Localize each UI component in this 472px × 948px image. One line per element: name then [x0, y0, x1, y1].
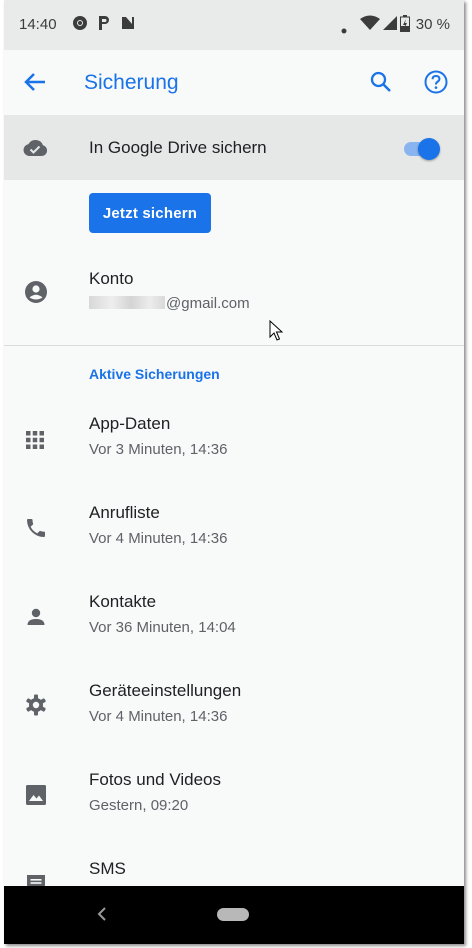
battery-icon [400, 15, 410, 36]
list-item-call-log[interactable]: Anrufliste Vor 4 Minuten, 14:36 [4, 489, 464, 577]
phone-screen: 14:40 30 % Sicherung In Google Drive sic… [4, 0, 464, 944]
cloud-done-icon [22, 137, 48, 162]
nav-home-pill[interactable] [217, 908, 249, 921]
item-title: Fotos und Videos [89, 770, 221, 789]
n-icon [120, 15, 136, 35]
switch-thumb [418, 138, 440, 160]
gear-icon [24, 693, 48, 722]
item-title: App-Daten [89, 414, 171, 433]
list-item-device-settings[interactable]: Geräteeinstellungen Vor 4 Minuten, 14:36 [4, 667, 464, 755]
email-domain: @gmail.com [166, 295, 250, 312]
person-icon [24, 605, 48, 634]
account-title: Konto [89, 269, 134, 288]
status-bar: 14:40 30 % [4, 0, 464, 50]
item-title: Anrufliste [89, 503, 160, 522]
back-arrow-icon[interactable] [24, 72, 46, 97]
mouse-cursor-icon [269, 319, 284, 347]
apps-grid-icon [24, 429, 46, 456]
page-title: Sicherung [84, 71, 179, 94]
wifi-icon [360, 15, 380, 35]
item-subtitle: Vor 4 Minuten, 14:36 [89, 530, 228, 547]
account-email: @gmail.com [89, 295, 250, 312]
chrome-icon [72, 15, 88, 35]
section-header: Aktive Sicherungen [89, 366, 220, 382]
help-icon[interactable] [424, 70, 448, 99]
status-time: 14:40 [19, 16, 57, 33]
navigation-bar [4, 886, 464, 944]
image-icon [24, 783, 48, 812]
nav-back-icon[interactable] [96, 906, 108, 927]
item-subtitle: Vor 3 Minuten, 14:36 [89, 441, 228, 458]
item-subtitle: Vor 4 Minuten, 14:36 [89, 708, 228, 725]
blurred-username [89, 296, 165, 309]
drive-backup-switch[interactable] [404, 137, 444, 160]
item-subtitle: Vor 36 Minuten, 14:04 [89, 619, 236, 636]
list-item-contacts[interactable]: Kontakte Vor 36 Minuten, 14:04 [4, 578, 464, 666]
item-title: SMS [89, 859, 126, 878]
search-icon[interactable] [370, 71, 392, 98]
cell-signal-icon [383, 15, 397, 35]
divider [4, 345, 464, 346]
p-icon [97, 15, 111, 35]
account-row[interactable]: Konto @gmail.com [4, 252, 464, 332]
list-item-app-data[interactable]: App-Daten Vor 3 Minuten, 14:36 [4, 400, 464, 488]
account-circle-icon [24, 280, 48, 309]
list-item-photos-videos[interactable]: Fotos und Videos Gestern, 09:20 [4, 756, 464, 844]
item-title: Geräteeinstellungen [89, 681, 242, 700]
item-title: Kontakte [89, 592, 157, 611]
app-bar: Sicherung [4, 50, 464, 114]
item-subtitle: Gestern, 09:20 [89, 797, 189, 814]
notification-dot-icon [341, 21, 347, 38]
drive-backup-label: In Google Drive sichern [89, 138, 267, 157]
drive-backup-toggle-row[interactable]: In Google Drive sichern [4, 115, 464, 180]
phone-icon [24, 516, 48, 545]
backup-now-button[interactable]: Jetzt sichern [89, 193, 211, 233]
battery-percent: 30 % [415, 16, 450, 33]
